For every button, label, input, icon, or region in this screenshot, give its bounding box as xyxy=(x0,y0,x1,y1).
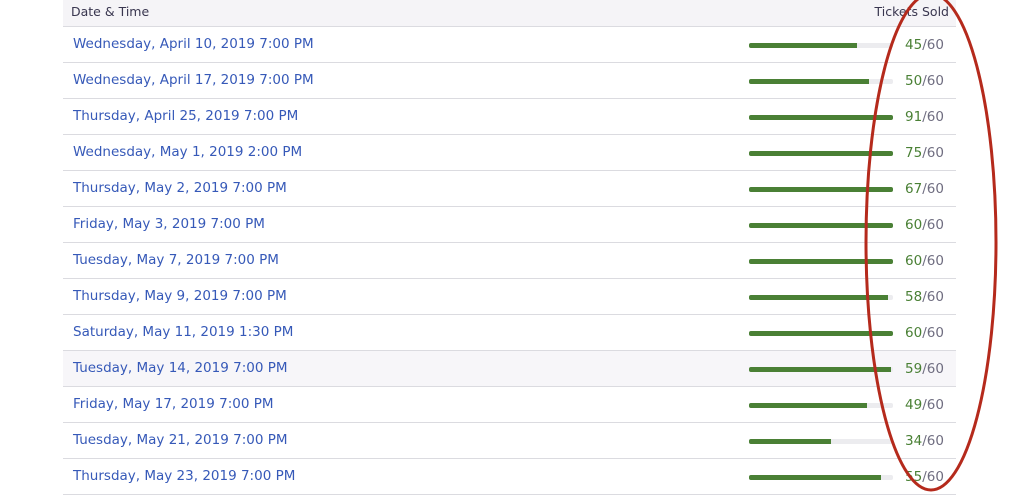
table-header: Date & Time Tickets Sold xyxy=(63,0,956,27)
tickets-sold-bar xyxy=(749,187,893,192)
tickets-sold-bar-fill xyxy=(749,403,867,408)
tickets-sold-bar-fill xyxy=(749,79,869,84)
event-date-link[interactable]: Thursday, May 9, 2019 7:00 PM xyxy=(73,288,287,304)
sold-value: 60 xyxy=(905,253,923,269)
tickets-sold-bar xyxy=(749,439,893,444)
capacity-value: 60 xyxy=(926,325,944,341)
tickets-sold-bar xyxy=(749,295,893,300)
event-date-link[interactable]: Thursday, May 23, 2019 7:00 PM xyxy=(73,468,295,484)
sold-value: 91 xyxy=(905,109,923,125)
event-date-link[interactable]: Thursday, April 25, 2019 7:00 PM xyxy=(73,108,298,124)
tickets-sold-count: 60/60 xyxy=(905,253,944,269)
tickets-sold-bar-fill xyxy=(749,331,893,336)
tickets-sold-bar-fill xyxy=(749,115,893,120)
tickets-sold-count: 60/60 xyxy=(905,217,944,233)
tickets-sold-count: 50/60 xyxy=(905,73,944,89)
tickets-sold-count: 91/60 xyxy=(905,109,944,125)
tickets-sold-bar xyxy=(749,259,893,264)
sold-value: 34 xyxy=(905,433,923,449)
tickets-sold-bar-fill xyxy=(749,259,893,264)
event-date-link[interactable]: Wednesday, April 17, 2019 7:00 PM xyxy=(73,72,314,88)
event-date-link[interactable]: Thursday, May 2, 2019 7:00 PM xyxy=(73,180,287,196)
event-date-link[interactable]: Tuesday, May 14, 2019 7:00 PM xyxy=(73,360,288,376)
capacity-value: 60 xyxy=(926,469,944,485)
date-time-column-header[interactable]: Date & Time xyxy=(71,4,149,19)
capacity-value: 60 xyxy=(926,289,944,305)
capacity-value: 60 xyxy=(926,397,944,413)
sold-value: 45 xyxy=(905,37,923,53)
sold-value: 58 xyxy=(905,289,923,305)
sold-value: 59 xyxy=(905,361,923,377)
table-row: Friday, May 17, 2019 7:00 PM 49/60 xyxy=(63,387,956,423)
table-row: Tuesday, May 21, 2019 7:00 PM 34/60 xyxy=(63,423,956,459)
capacity-value: 60 xyxy=(926,361,944,377)
sold-value: 67 xyxy=(905,181,923,197)
table-row: Thursday, April 25, 2019 7:00 PM 91/60 xyxy=(63,99,956,135)
event-date-link[interactable]: Friday, May 17, 2019 7:00 PM xyxy=(73,396,274,412)
event-date-link[interactable]: Saturday, May 11, 2019 1:30 PM xyxy=(73,324,293,340)
table-row: Friday, May 3, 2019 7:00 PM 60/60 xyxy=(63,207,956,243)
sold-value: 60 xyxy=(905,217,923,233)
tickets-sold-count: 60/60 xyxy=(905,325,944,341)
capacity-value: 60 xyxy=(926,73,944,89)
event-date-link[interactable]: Tuesday, May 21, 2019 7:00 PM xyxy=(73,432,288,448)
table-row: Thursday, May 2, 2019 7:00 PM 67/60 xyxy=(63,171,956,207)
event-date-link[interactable]: Wednesday, April 10, 2019 7:00 PM xyxy=(73,36,314,52)
tickets-sold-bar xyxy=(749,475,893,480)
sold-value: 49 xyxy=(905,397,923,413)
tickets-sold-bar xyxy=(749,43,893,48)
capacity-value: 60 xyxy=(926,37,944,53)
tickets-sold-bar-fill xyxy=(749,367,891,372)
table-row: Tuesday, May 7, 2019 7:00 PM 60/60 xyxy=(63,243,956,279)
sold-value: 60 xyxy=(905,325,923,341)
table-row: Wednesday, April 17, 2019 7:00 PM 50/60 xyxy=(63,63,956,99)
tickets-sold-count: 67/60 xyxy=(905,181,944,197)
tickets-sold-bar-fill xyxy=(749,43,857,48)
capacity-value: 60 xyxy=(926,433,944,449)
tickets-sold-bar-fill xyxy=(749,223,893,228)
page: Date & Time Tickets Sold Wednesday, Apri… xyxy=(0,0,1024,497)
capacity-value: 60 xyxy=(926,145,944,161)
tickets-sold-count: 45/60 xyxy=(905,37,944,53)
tickets-sold-bar-fill xyxy=(749,475,881,480)
sold-value: 50 xyxy=(905,73,923,89)
tickets-sold-bar xyxy=(749,223,893,228)
table-row: Wednesday, April 10, 2019 7:00 PM 45/60 xyxy=(63,27,956,63)
capacity-value: 60 xyxy=(926,253,944,269)
tickets-sold-bar-fill xyxy=(749,151,893,156)
tickets-sold-bar-fill xyxy=(749,295,889,300)
tickets-sold-bar xyxy=(749,151,893,156)
table-row: Saturday, May 11, 2019 1:30 PM 60/60 xyxy=(63,315,956,351)
tickets-sold-count: 55/60 xyxy=(905,469,944,485)
tickets-sold-count: 49/60 xyxy=(905,397,944,413)
table-row: Tuesday, May 14, 2019 7:00 PM 59/60 xyxy=(63,351,956,387)
event-date-link[interactable]: Wednesday, May 1, 2019 2:00 PM xyxy=(73,144,302,160)
tickets-sold-bar xyxy=(749,331,893,336)
tickets-sold-bar xyxy=(749,367,893,372)
tickets-sold-count: 75/60 xyxy=(905,145,944,161)
capacity-value: 60 xyxy=(926,181,944,197)
sold-value: 55 xyxy=(905,469,923,485)
tickets-sold-count: 59/60 xyxy=(905,361,944,377)
capacity-value: 60 xyxy=(926,109,944,125)
sold-value: 75 xyxy=(905,145,923,161)
capacity-value: 60 xyxy=(926,217,944,233)
event-dates-table: Date & Time Tickets Sold Wednesday, Apri… xyxy=(63,0,956,495)
tickets-sold-column-header[interactable]: Tickets Sold xyxy=(875,4,949,19)
event-date-link[interactable]: Friday, May 3, 2019 7:00 PM xyxy=(73,216,265,232)
tickets-sold-bar-fill xyxy=(749,187,893,192)
tickets-sold-bar xyxy=(749,115,893,120)
tickets-sold-count: 34/60 xyxy=(905,433,944,449)
table-body: Wednesday, April 10, 2019 7:00 PM 45/60 We… xyxy=(63,27,956,495)
table-row: Wednesday, May 1, 2019 2:00 PM 75/60 xyxy=(63,135,956,171)
table-row: Thursday, May 9, 2019 7:00 PM 58/60 xyxy=(63,279,956,315)
tickets-sold-bar xyxy=(749,79,893,84)
table-row: Thursday, May 23, 2019 7:00 PM 55/60 xyxy=(63,459,956,495)
tickets-sold-bar xyxy=(749,403,893,408)
event-date-link[interactable]: Tuesday, May 7, 2019 7:00 PM xyxy=(73,252,279,268)
tickets-sold-bar-fill xyxy=(749,439,831,444)
tickets-sold-count: 58/60 xyxy=(905,289,944,305)
